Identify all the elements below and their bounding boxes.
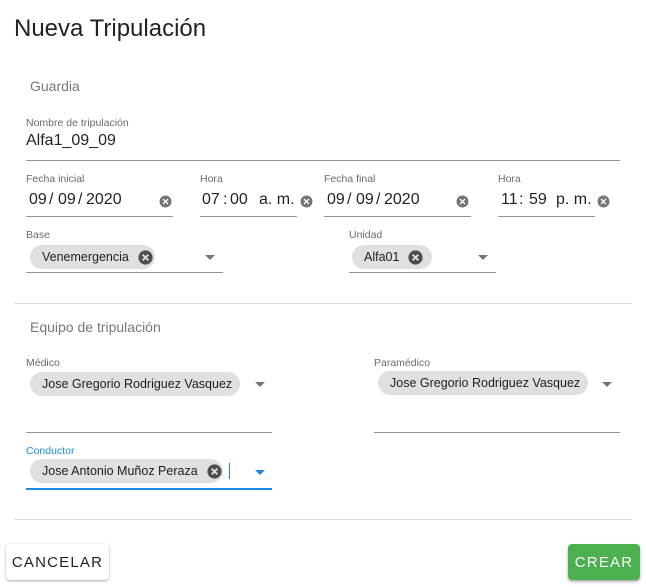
section-label-guardia: Guardia (30, 78, 80, 94)
fecha-inicial-day[interactable]: 09 (29, 191, 47, 209)
base-label: Base (26, 229, 50, 241)
clear-circle-icon[interactable] (159, 195, 172, 208)
fecha-final-sep-2: / (376, 191, 381, 208)
conductor-chip: Jose Antonio Muñoz Peraza (30, 459, 223, 483)
paramedico-label: Paramédico (374, 357, 431, 369)
conductor-underline (26, 488, 272, 490)
fecha-inicial-underline (26, 216, 173, 217)
actions-divider (14, 519, 632, 520)
chip-delete-icon[interactable] (206, 463, 223, 480)
dialog-title: Nueva Tripulación (14, 15, 207, 42)
dropdown-arrow-icon[interactable] (478, 255, 488, 260)
paramedico-chip: Jose Gregorio Rodriguez Vasquez (378, 371, 588, 395)
hora-final-underline (498, 216, 595, 217)
fecha-final-month[interactable]: 09 (356, 191, 374, 209)
nombre-label: Nombre de tripulación (26, 117, 129, 129)
base-chip: Venemergencia (30, 245, 155, 269)
fecha-final-underline (324, 216, 471, 217)
fecha-inicial-month[interactable]: 09 (58, 191, 76, 209)
conductor-chip-label: Jose Antonio Muñoz Peraza (42, 464, 198, 478)
unidad-chip: Alfa01 (352, 245, 432, 269)
hora-final-hour[interactable]: 11 (501, 191, 518, 209)
chip-delete-icon[interactable] (407, 249, 424, 266)
fecha-final-sep-1: / (347, 191, 352, 208)
dropdown-arrow-icon[interactable] (205, 255, 215, 260)
hora-inicial-label: Hora (200, 173, 223, 185)
unidad-select[interactable]: Alfa01 (349, 243, 496, 273)
create-button[interactable]: CREAR (568, 544, 640, 580)
dropdown-arrow-icon[interactable] (255, 382, 265, 387)
fecha-final-input[interactable]: 09 / 09 / 2020 (324, 190, 471, 212)
clear-circle-icon[interactable] (300, 195, 313, 208)
paramedico-underline (374, 432, 620, 433)
base-select[interactable]: Venemergencia (26, 243, 223, 273)
text-caret (229, 463, 230, 479)
chip-delete-icon[interactable] (137, 249, 154, 266)
unidad-chip-label: Alfa01 (364, 250, 400, 264)
fecha-final-day[interactable]: 09 (327, 191, 345, 209)
medico-label: Médico (26, 357, 60, 369)
fecha-inicial-label: Fecha inicial (26, 173, 85, 185)
hora-inicial-input[interactable]: 07 : 00 a. m. (200, 190, 315, 212)
hora-inicial-underline (200, 216, 297, 217)
conductor-select[interactable]: Jose Antonio Muñoz Peraza (26, 459, 272, 489)
section-divider (14, 303, 632, 304)
clear-circle-icon[interactable] (597, 195, 610, 208)
hora-final-input[interactable]: 11 : 59 p. m. (498, 190, 613, 212)
hora-final-period[interactable]: p. m. (556, 191, 592, 209)
hora-inicial-period[interactable]: a. m. (259, 191, 295, 209)
paramedico-select[interactable]: Jose Gregorio Rodriguez Vasquez (374, 371, 620, 401)
hora-inicial-hour[interactable]: 07 (202, 191, 220, 209)
base-chip-label: Venemergencia (42, 250, 129, 264)
medico-select[interactable]: Jose Gregorio Rodriguez Vasquez (26, 371, 272, 401)
clear-circle-icon[interactable] (456, 195, 469, 208)
nombre-underline (26, 160, 620, 161)
hora-inicial-minute[interactable]: 00 (230, 191, 248, 209)
unidad-underline (349, 272, 496, 273)
fecha-inicial-sep-2: / (78, 191, 83, 208)
fecha-inicial-input[interactable]: 09 / 09 / 2020 (26, 190, 173, 212)
hora-final-label: Hora (498, 173, 521, 185)
unidad-label: Unidad (349, 229, 383, 241)
base-underline (26, 272, 223, 273)
section-label-equipo: Equipo de tripulación (30, 319, 161, 335)
dropdown-arrow-icon[interactable] (602, 382, 612, 387)
fecha-inicial-year[interactable]: 2020 (86, 191, 122, 209)
hora-final-sep: : (519, 191, 524, 208)
conductor-label: Conductor (26, 445, 75, 457)
hora-inicial-sep: : (223, 191, 228, 208)
medico-chip-label: Jose Gregorio Rodriguez Vasquez (42, 377, 233, 391)
medico-underline (26, 432, 272, 433)
cancel-button[interactable]: CANCELAR (6, 544, 109, 580)
paramedico-chip-label: Jose Gregorio Rodriguez Vasquez (390, 376, 581, 390)
fecha-final-label: Fecha final (324, 173, 376, 185)
dropdown-arrow-icon[interactable] (255, 470, 265, 475)
medico-chip: Jose Gregorio Rodriguez Vasquez (30, 372, 240, 396)
fecha-inicial-sep-1: / (49, 191, 54, 208)
hora-final-minute[interactable]: 59 (529, 191, 547, 209)
nombre-input[interactable]: Alfa1_09_09 (26, 132, 116, 150)
fecha-final-year[interactable]: 2020 (384, 191, 420, 209)
